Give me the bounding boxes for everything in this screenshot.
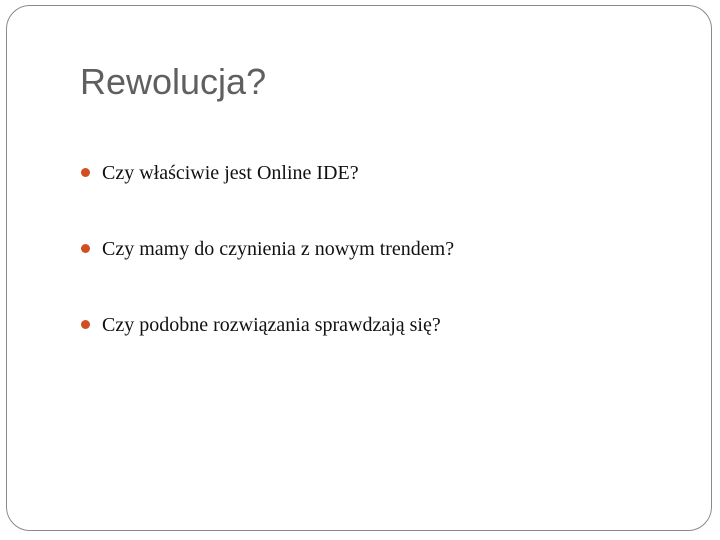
list-item: Czy mamy do czynienia z nowym trendem? — [80, 230, 680, 268]
bullet-dot-icon — [81, 320, 90, 329]
bullet-dot-icon — [81, 244, 90, 253]
bullet-list: Czy właściwie jest Online IDE? Czy mamy … — [80, 154, 680, 382]
list-item: Czy podobne rozwiązania sprawdzają się? — [80, 306, 680, 344]
bullet-text: Czy podobne rozwiązania sprawdzają się? — [102, 314, 441, 336]
list-item: Czy właściwie jest Online IDE? — [80, 154, 680, 192]
slide-title: Rewolucja? — [80, 61, 267, 102]
bullet-text: Czy właściwie jest Online IDE? — [102, 162, 359, 184]
bullet-text: Czy mamy do czynienia z nowym trendem? — [102, 238, 455, 260]
bullet-dot-icon — [81, 168, 90, 177]
